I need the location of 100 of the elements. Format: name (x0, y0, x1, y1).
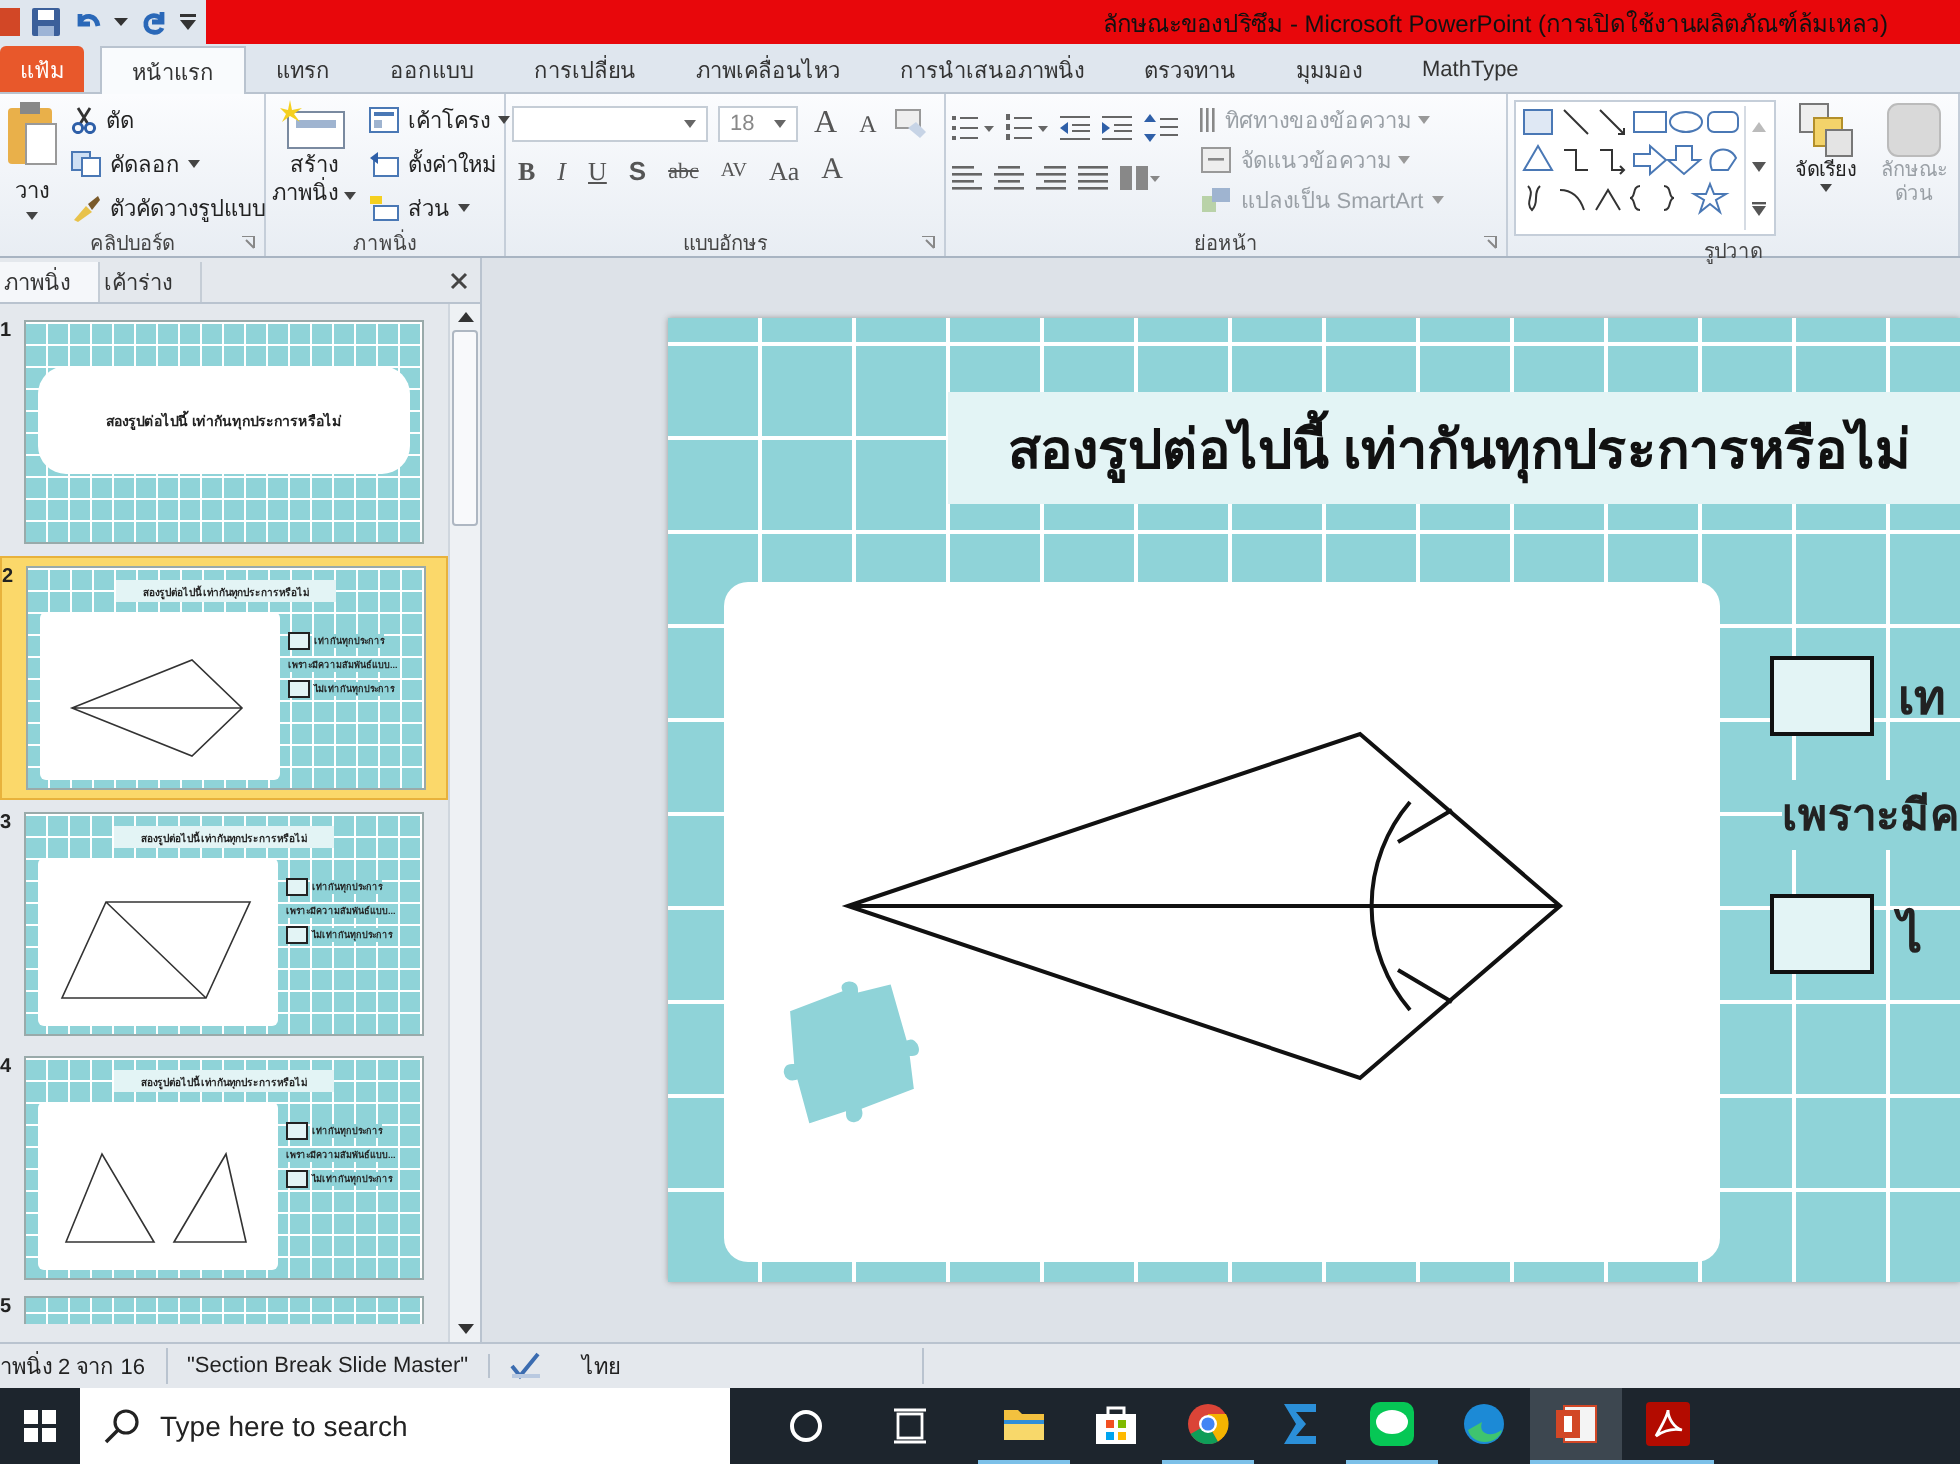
italic-button[interactable]: I (551, 155, 573, 187)
new-slide-button[interactable]: สร้าง ภาพนิ่ง (272, 100, 357, 228)
window-title: ลักษณะของปริซึม - Microsoft PowerPoint (การเปิดใช้งานผลิตภัณฑ์ล้มเหลว) (1103, 7, 1888, 41)
case-button[interactable]: Aa (763, 155, 806, 187)
scrollbar[interactable] (448, 304, 480, 1342)
app-icon[interactable] (0, 6, 20, 38)
more-icon[interactable] (1751, 201, 1765, 215)
slide-option-button[interactable]: ส่วน (368, 188, 511, 228)
windows-start-icon[interactable] (24, 1410, 56, 1442)
task-view-icon[interactable] (892, 1408, 928, 1444)
redo-icon[interactable] (138, 6, 170, 38)
caret-icon (1820, 184, 1832, 192)
clipboard-icon (6, 100, 58, 168)
section-icon (368, 194, 401, 222)
option-text: ไ (1898, 895, 1922, 973)
align-left-icon[interactable] (952, 164, 985, 192)
answer-box (1770, 656, 1874, 736)
close-icon[interactable] (450, 271, 468, 289)
ribbon-tab[interactable]: มุมมอง (1266, 46, 1392, 92)
cortana-icon[interactable] (788, 1408, 824, 1444)
bullets-icon[interactable] (952, 114, 997, 142)
taskbar-app[interactable] (1530, 1388, 1622, 1464)
increase-indent-icon[interactable] (1102, 114, 1135, 142)
font-size-dropdown[interactable]: 18 (718, 106, 798, 142)
caret-icon (774, 120, 786, 128)
customize-icon[interactable] (180, 12, 196, 32)
style-swatch-icon (1884, 100, 1944, 160)
shapes-gallery[interactable] (1514, 100, 1776, 236)
clipboard-button[interactable]: ตัด (70, 100, 266, 140)
caret-icon (1398, 156, 1411, 164)
caret-icon (1418, 116, 1431, 124)
ribbon-tab[interactable]: ภาพเคลื่อนไหว (666, 46, 870, 92)
spacing-button[interactable]: AV (714, 160, 753, 182)
text-direction-icon (1200, 106, 1217, 134)
shrink-font-button[interactable]: A (853, 109, 883, 139)
slide-number: 2 (2, 566, 16, 588)
option-text: เท (1898, 669, 1946, 729)
answer-box (286, 1122, 308, 1140)
caret-icon[interactable] (114, 17, 128, 27)
clear-format-icon[interactable] (892, 108, 929, 140)
caret-icon (1431, 196, 1444, 204)
scroll-down-icon[interactable] (1751, 161, 1765, 171)
caret-icon (458, 204, 471, 212)
slide-number: 3 (0, 812, 14, 834)
align-text-icon (1200, 146, 1233, 174)
presentation-app-icon (1554, 1402, 1598, 1446)
slide-counter: าพนิ่ง 2 จาก 16 (0, 1348, 168, 1384)
panel-tab[interactable]: ภาพนิ่ง (0, 262, 100, 302)
launcher-icon[interactable] (922, 235, 937, 249)
browser-icon (1186, 1402, 1230, 1446)
caret-icon (26, 212, 38, 220)
ribbon-tab[interactable]: ตรวจทาน (1114, 46, 1266, 92)
align-right-icon[interactable] (1036, 164, 1069, 192)
ribbon-tab[interactable]: แทรก (246, 46, 360, 92)
slide-option-button[interactable]: เค้าโครง (368, 100, 511, 140)
clipboard-button[interactable]: ตัวคัดวางรูปแบบ (70, 188, 266, 228)
answer-box (1770, 894, 1874, 974)
scroll-thumb[interactable] (452, 330, 478, 526)
caret-icon (684, 120, 696, 128)
color-button[interactable]: A (815, 154, 850, 188)
ribbon-tab[interactable]: การเปลี่ยน (504, 46, 666, 92)
group-label: แบบอักษร (683, 231, 768, 257)
bold-button[interactable]: B (512, 155, 542, 187)
reset-icon (368, 150, 401, 178)
ribbon-tab[interactable]: การนำเสนอภาพนิ่ง (870, 46, 1114, 92)
save-icon[interactable] (30, 6, 62, 38)
spellcheck-icon[interactable] (510, 1352, 543, 1380)
strike-button[interactable]: abc (662, 159, 705, 183)
justify-icon[interactable] (1078, 164, 1111, 192)
paste-button[interactable]: วาง (6, 100, 58, 228)
columns-icon[interactable] (1120, 164, 1161, 192)
clipboard-button[interactable]: คัดลอก (70, 144, 266, 184)
slide-thumbnail[interactable] (24, 1296, 424, 1324)
scissors-icon (70, 106, 98, 134)
launcher-icon[interactable] (1484, 235, 1498, 249)
file-tab[interactable]: แฟ้ม (0, 46, 84, 92)
ribbon-tab[interactable]: หน้าแรก (100, 46, 246, 94)
numbering-icon[interactable] (1006, 114, 1051, 142)
search-field[interactable]: Type here to search (80, 1388, 730, 1464)
slide-thumbnail-row[interactable]: 5 (0, 1292, 448, 1324)
brush-icon (70, 194, 102, 222)
scroll-up-icon[interactable] (457, 312, 473, 322)
grow-font-button[interactable]: A (808, 106, 844, 142)
scroll-down-icon[interactable] (457, 1324, 473, 1334)
slide-option-button[interactable]: ตั้งค่าใหม่ (368, 144, 511, 184)
chat-icon (1370, 1402, 1414, 1446)
arrange-button[interactable]: จัดเรียง (1788, 100, 1864, 236)
panel-tab[interactable]: เค้าร่าง (100, 262, 202, 302)
shadow-button[interactable]: S (622, 156, 653, 186)
caret-icon (344, 192, 357, 200)
launcher-icon[interactable] (242, 235, 256, 249)
folder-icon (1002, 1404, 1046, 1444)
decrease-indent-icon[interactable] (1060, 114, 1093, 142)
theme-name: "Section Break Slide Master" (187, 1354, 491, 1378)
pdf-app-icon (1646, 1402, 1690, 1446)
align-center-icon[interactable] (994, 164, 1027, 192)
answer-box (286, 1170, 308, 1188)
ribbon-tab[interactable]: MathType (1392, 46, 1549, 92)
ribbon-tab[interactable]: ออกแบบ (360, 46, 504, 92)
underline-button[interactable]: U (582, 155, 613, 187)
